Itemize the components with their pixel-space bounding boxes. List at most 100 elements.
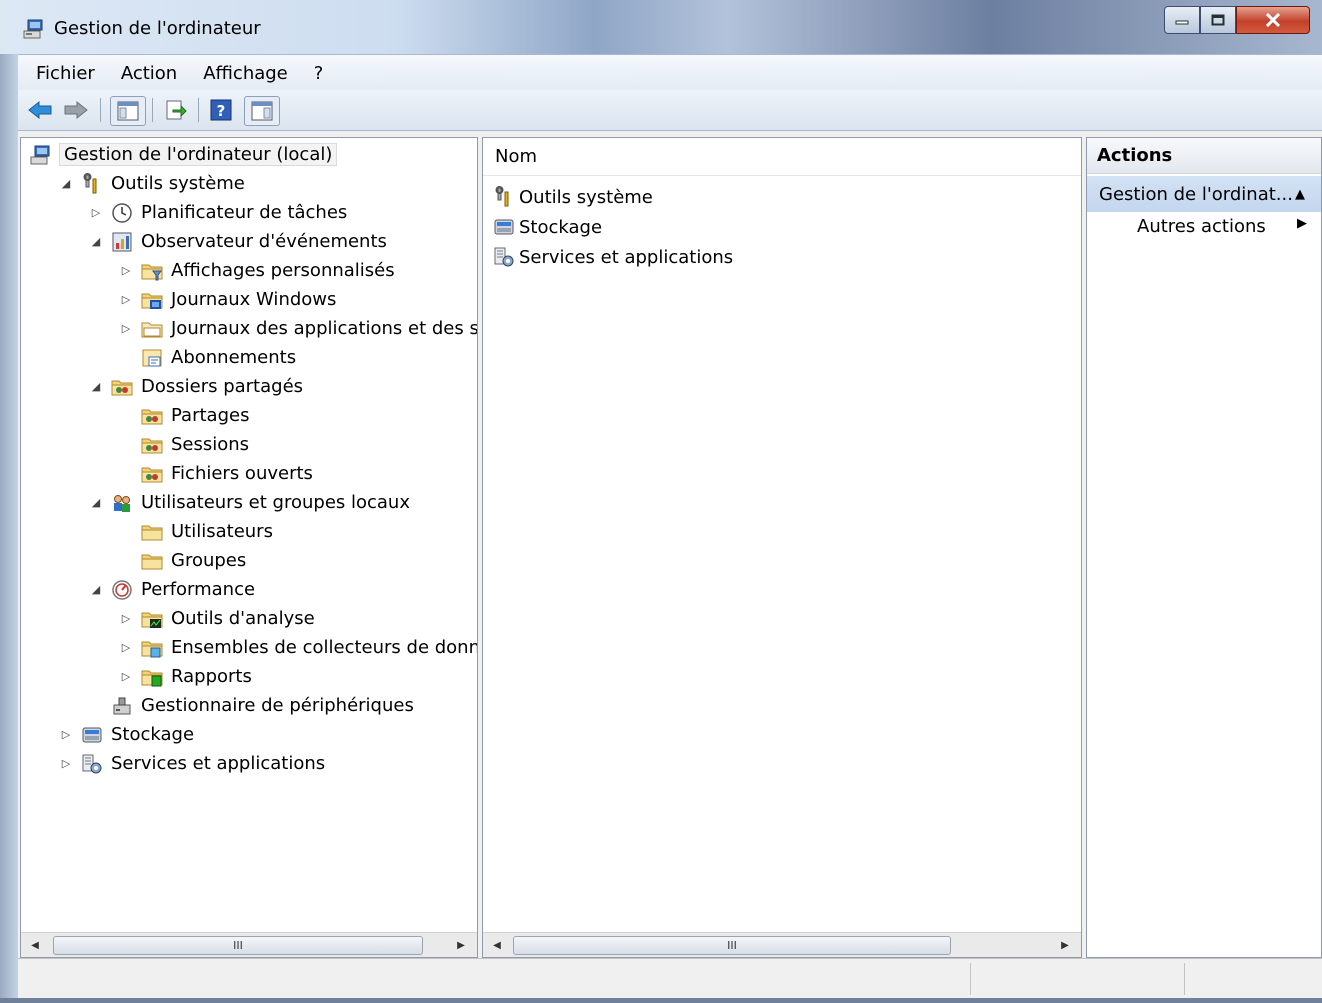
tree-item-label: Abonnements: [171, 347, 297, 368]
tree-item-label: Observateur d'événements: [141, 231, 387, 252]
device-manager-icon: [113, 697, 131, 714]
expanded-arrow-icon[interactable]: ◢: [59, 177, 73, 191]
tree-item-label: Performance: [141, 579, 256, 600]
list-horizontal-scrollbar[interactable]: ◀ III ▶: [483, 932, 1081, 957]
tree-item[interactable]: Partages: [119, 401, 249, 430]
scrollbar-thumb[interactable]: III: [513, 936, 951, 955]
expanded-arrow-icon[interactable]: ◢: [89, 380, 103, 394]
tree-item[interactable]: ◢ Dossiers partagés: [89, 372, 303, 401]
no-expander: [89, 699, 103, 713]
tree-item-label: Sessions: [171, 434, 250, 455]
status-cell: [970, 963, 971, 995]
no-expander: [119, 554, 133, 568]
collapse-up-icon[interactable]: ▲: [1295, 187, 1305, 202]
collapsed-arrow-icon[interactable]: ▷: [59, 728, 73, 742]
actions-group-label: Gestion de l'ordinat...: [1099, 183, 1293, 205]
no-expander: [119, 467, 133, 481]
tree-item[interactable]: Gestion de l'ordinateur (local): [29, 140, 338, 169]
expanded-arrow-icon[interactable]: ◢: [89, 496, 103, 510]
tree-item-label: Gestion de l'ordinateur (local): [59, 143, 338, 166]
tree-item[interactable]: ▷ Rapports: [119, 662, 252, 691]
tree-item[interactable]: ▷ Services et applications: [59, 749, 325, 778]
shared-folder-icon: [141, 438, 163, 453]
collapsed-arrow-icon[interactable]: ▷: [119, 612, 133, 626]
show-hide-action-pane-button[interactable]: [244, 96, 280, 126]
forward-button[interactable]: [62, 96, 90, 124]
maximize-button[interactable]: [1200, 6, 1236, 34]
tree-item[interactable]: ▷ Journaux Windows: [119, 285, 337, 314]
list-item[interactable]: Services et applications: [493, 242, 733, 272]
submenu-arrow-icon: ▶: [1297, 216, 1307, 231]
tree-item[interactable]: Sessions: [119, 430, 249, 459]
tree-item-label: Utilisateurs et groupes locaux: [141, 492, 410, 513]
tree-item[interactable]: ▷ Planificateur de tâches: [89, 198, 348, 227]
close-button[interactable]: [1236, 6, 1310, 34]
list-item[interactable]: Stockage: [493, 212, 602, 242]
tree-horizontal-scrollbar[interactable]: ◀ III ▶: [21, 932, 477, 957]
menu-file[interactable]: Fichier: [18, 63, 108, 84]
tree-item[interactable]: Fichiers ouverts: [119, 459, 313, 488]
show-hide-tree-button[interactable]: [110, 96, 146, 126]
more-actions-item[interactable]: Autres actions: [1137, 216, 1266, 237]
tree-item[interactable]: ▷ Journaux des applications et des servic: [119, 314, 478, 343]
export-list-button[interactable]: [162, 96, 190, 124]
tree-item[interactable]: ▷ Stockage: [59, 720, 194, 749]
tree-item[interactable]: ◢ Outils système: [59, 169, 245, 198]
tree-item[interactable]: ▷ Ensembles de collecteurs de données: [119, 633, 478, 662]
tree-item-label: Journaux des applications et des servic: [171, 318, 478, 339]
collapsed-arrow-icon[interactable]: ▷: [89, 206, 103, 220]
tree-item[interactable]: ◢ Observateur d'événements: [89, 227, 387, 256]
tree-item[interactable]: ▷ Affichages personnalisés: [119, 256, 395, 285]
scroll-left-arrow[interactable]: ◀: [485, 933, 509, 957]
title-bar[interactable]: Gestion de l'ordinateur: [0, 0, 1322, 54]
no-expander: [119, 438, 133, 452]
tree-item[interactable]: Groupes: [119, 546, 246, 575]
menu-view[interactable]: Affichage: [190, 63, 301, 84]
tree-item[interactable]: Gestionnaire de périphériques: [89, 691, 414, 720]
folder-log-icon: [141, 322, 163, 337]
window-title: Gestion de l'ordinateur: [54, 18, 261, 39]
collapsed-arrow-icon[interactable]: ▷: [119, 322, 133, 336]
scroll-right-arrow[interactable]: ▶: [1053, 933, 1077, 957]
menu-help[interactable]: ?: [301, 63, 337, 84]
scroll-right-arrow[interactable]: ▶: [449, 933, 473, 957]
window-border: [0, 54, 18, 998]
toolbar: ?: [18, 90, 1322, 131]
services-icon: [494, 247, 514, 267]
collapsed-arrow-icon[interactable]: ▷: [119, 293, 133, 307]
scrollbar-thumb[interactable]: III: [53, 936, 423, 955]
collapsed-arrow-icon[interactable]: ▷: [119, 264, 133, 278]
expanded-arrow-icon[interactable]: ◢: [89, 235, 103, 249]
tree-item[interactable]: Utilisateurs: [119, 517, 273, 546]
expanded-arrow-icon[interactable]: ◢: [89, 583, 103, 597]
toolbar-separator: [152, 98, 153, 122]
tree-item-label: Ensembles de collecteurs de données: [171, 637, 478, 658]
column-header-label: Nom: [495, 146, 538, 167]
tree-item[interactable]: ◢ Performance: [89, 575, 255, 604]
results-list: Nom Outils système Stockage Services et ap…: [482, 137, 1082, 958]
collapsed-arrow-icon[interactable]: ▷: [119, 641, 133, 655]
list-item-label: Stockage: [519, 216, 603, 238]
collapsed-arrow-icon[interactable]: ▷: [59, 757, 73, 771]
tree-item-label: Outils système: [111, 173, 245, 194]
folder-report-icon: [141, 670, 163, 686]
help-button[interactable]: ?: [208, 96, 234, 124]
actions-group-computer-management[interactable]: Gestion de l'ordinat... ▲: [1087, 176, 1321, 212]
list-item[interactable]: Outils système: [493, 182, 653, 212]
back-button[interactable]: [26, 96, 54, 124]
menu-action[interactable]: Action: [108, 63, 190, 84]
scroll-left-arrow[interactable]: ◀: [23, 933, 47, 957]
toolbar-separator: [100, 98, 101, 122]
tree-item[interactable]: Abonnements: [119, 343, 296, 372]
column-header-name[interactable]: Nom: [483, 138, 1081, 176]
console-tree: Gestion de l'ordinateur (local) ◢ Outils s…: [20, 137, 478, 958]
system-tools-icon: [83, 172, 97, 193]
tree-item[interactable]: ◢ Utilisateurs et groupes locaux: [89, 488, 410, 517]
collapsed-arrow-icon[interactable]: ▷: [119, 670, 133, 684]
minimize-button[interactable]: [1164, 6, 1200, 34]
app-window: Gestion de l'ordinateur Fichier Action A…: [0, 0, 1322, 1003]
folder-filter-icon: [141, 264, 163, 280]
tree-item-label: Services et applications: [111, 753, 326, 774]
content-area: Gestion de l'ordinateur (local) ◢ Outils s…: [18, 131, 1322, 958]
tree-item[interactable]: ▷ Outils d'analyse: [119, 604, 315, 633]
